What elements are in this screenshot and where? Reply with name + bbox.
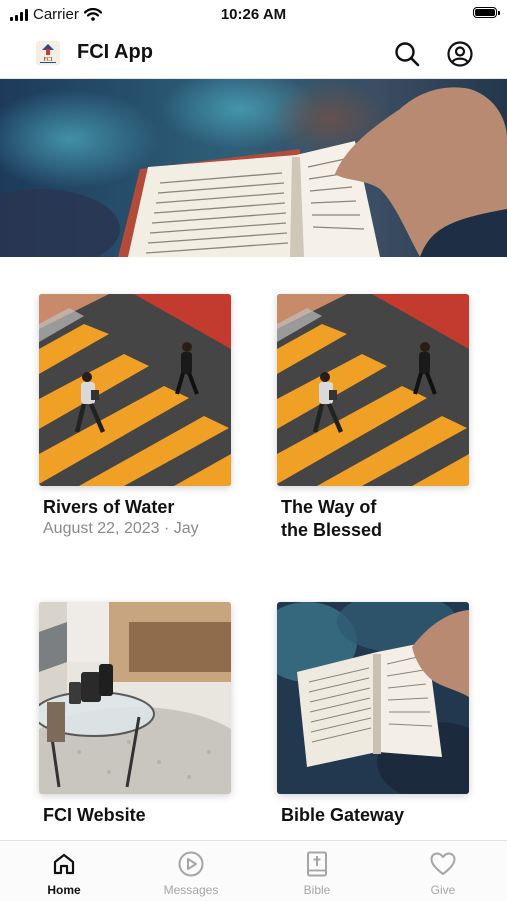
status-bar: Carrier 10:26 AM (0, 0, 507, 30)
user-circle-icon (447, 41, 473, 67)
search-icon (395, 42, 420, 67)
app-logo: FCI (36, 41, 60, 65)
heart-icon (430, 852, 456, 875)
tab-home[interactable]: Home (1, 841, 127, 901)
card-title-line-2: the Blessed (281, 520, 383, 540)
card-subtitle: August 22, 2023 · Jay (43, 520, 199, 537)
app-title: FCI App (77, 41, 153, 63)
card-title: The Way of the Blessed (277, 496, 469, 542)
open-bible-photo (277, 602, 469, 794)
tab-label: Bible (303, 883, 331, 897)
content-card[interactable]: Rivers of Water August 22, 2023 · Jay (39, 294, 231, 539)
card-image (277, 602, 469, 794)
content-card[interactable]: Bible Gateway (277, 602, 469, 827)
profile-button[interactable] (444, 38, 476, 70)
content-card[interactable]: FCI Website (39, 602, 231, 827)
tab-label: Home (47, 883, 81, 897)
tab-give[interactable]: Give (380, 841, 506, 901)
app-header: FCI FCI App (0, 30, 507, 78)
hero-banner[interactable] (0, 79, 507, 257)
tab-bible[interactable]: Bible (254, 841, 380, 901)
card-title-line-1: The Way of (281, 497, 377, 517)
tab-label: Give (430, 883, 456, 897)
card-image (39, 602, 231, 794)
bible-icon (307, 851, 327, 877)
play-circle-icon (178, 851, 204, 877)
crosswalk-photo (39, 294, 231, 486)
living-room-photo (39, 602, 231, 794)
tab-messages[interactable]: Messages (128, 841, 254, 901)
open-bible-photo (0, 79, 507, 257)
search-button[interactable] (391, 38, 423, 70)
battery-icon (473, 7, 500, 18)
status-time: 10:26 AM (220, 6, 287, 23)
home-icon (53, 853, 75, 875)
card-title: Rivers of Water (43, 497, 175, 517)
card-title: Bible Gateway (281, 805, 405, 825)
card-image (277, 294, 469, 486)
card-title: FCI Website (43, 805, 146, 825)
tab-bar: Home Messages Bible Give (0, 840, 507, 901)
tab-label: Messages (163, 883, 219, 897)
crosswalk-photo (277, 294, 469, 486)
content-card[interactable]: The Way of the Blessed (277, 294, 469, 542)
card-image (39, 294, 231, 486)
